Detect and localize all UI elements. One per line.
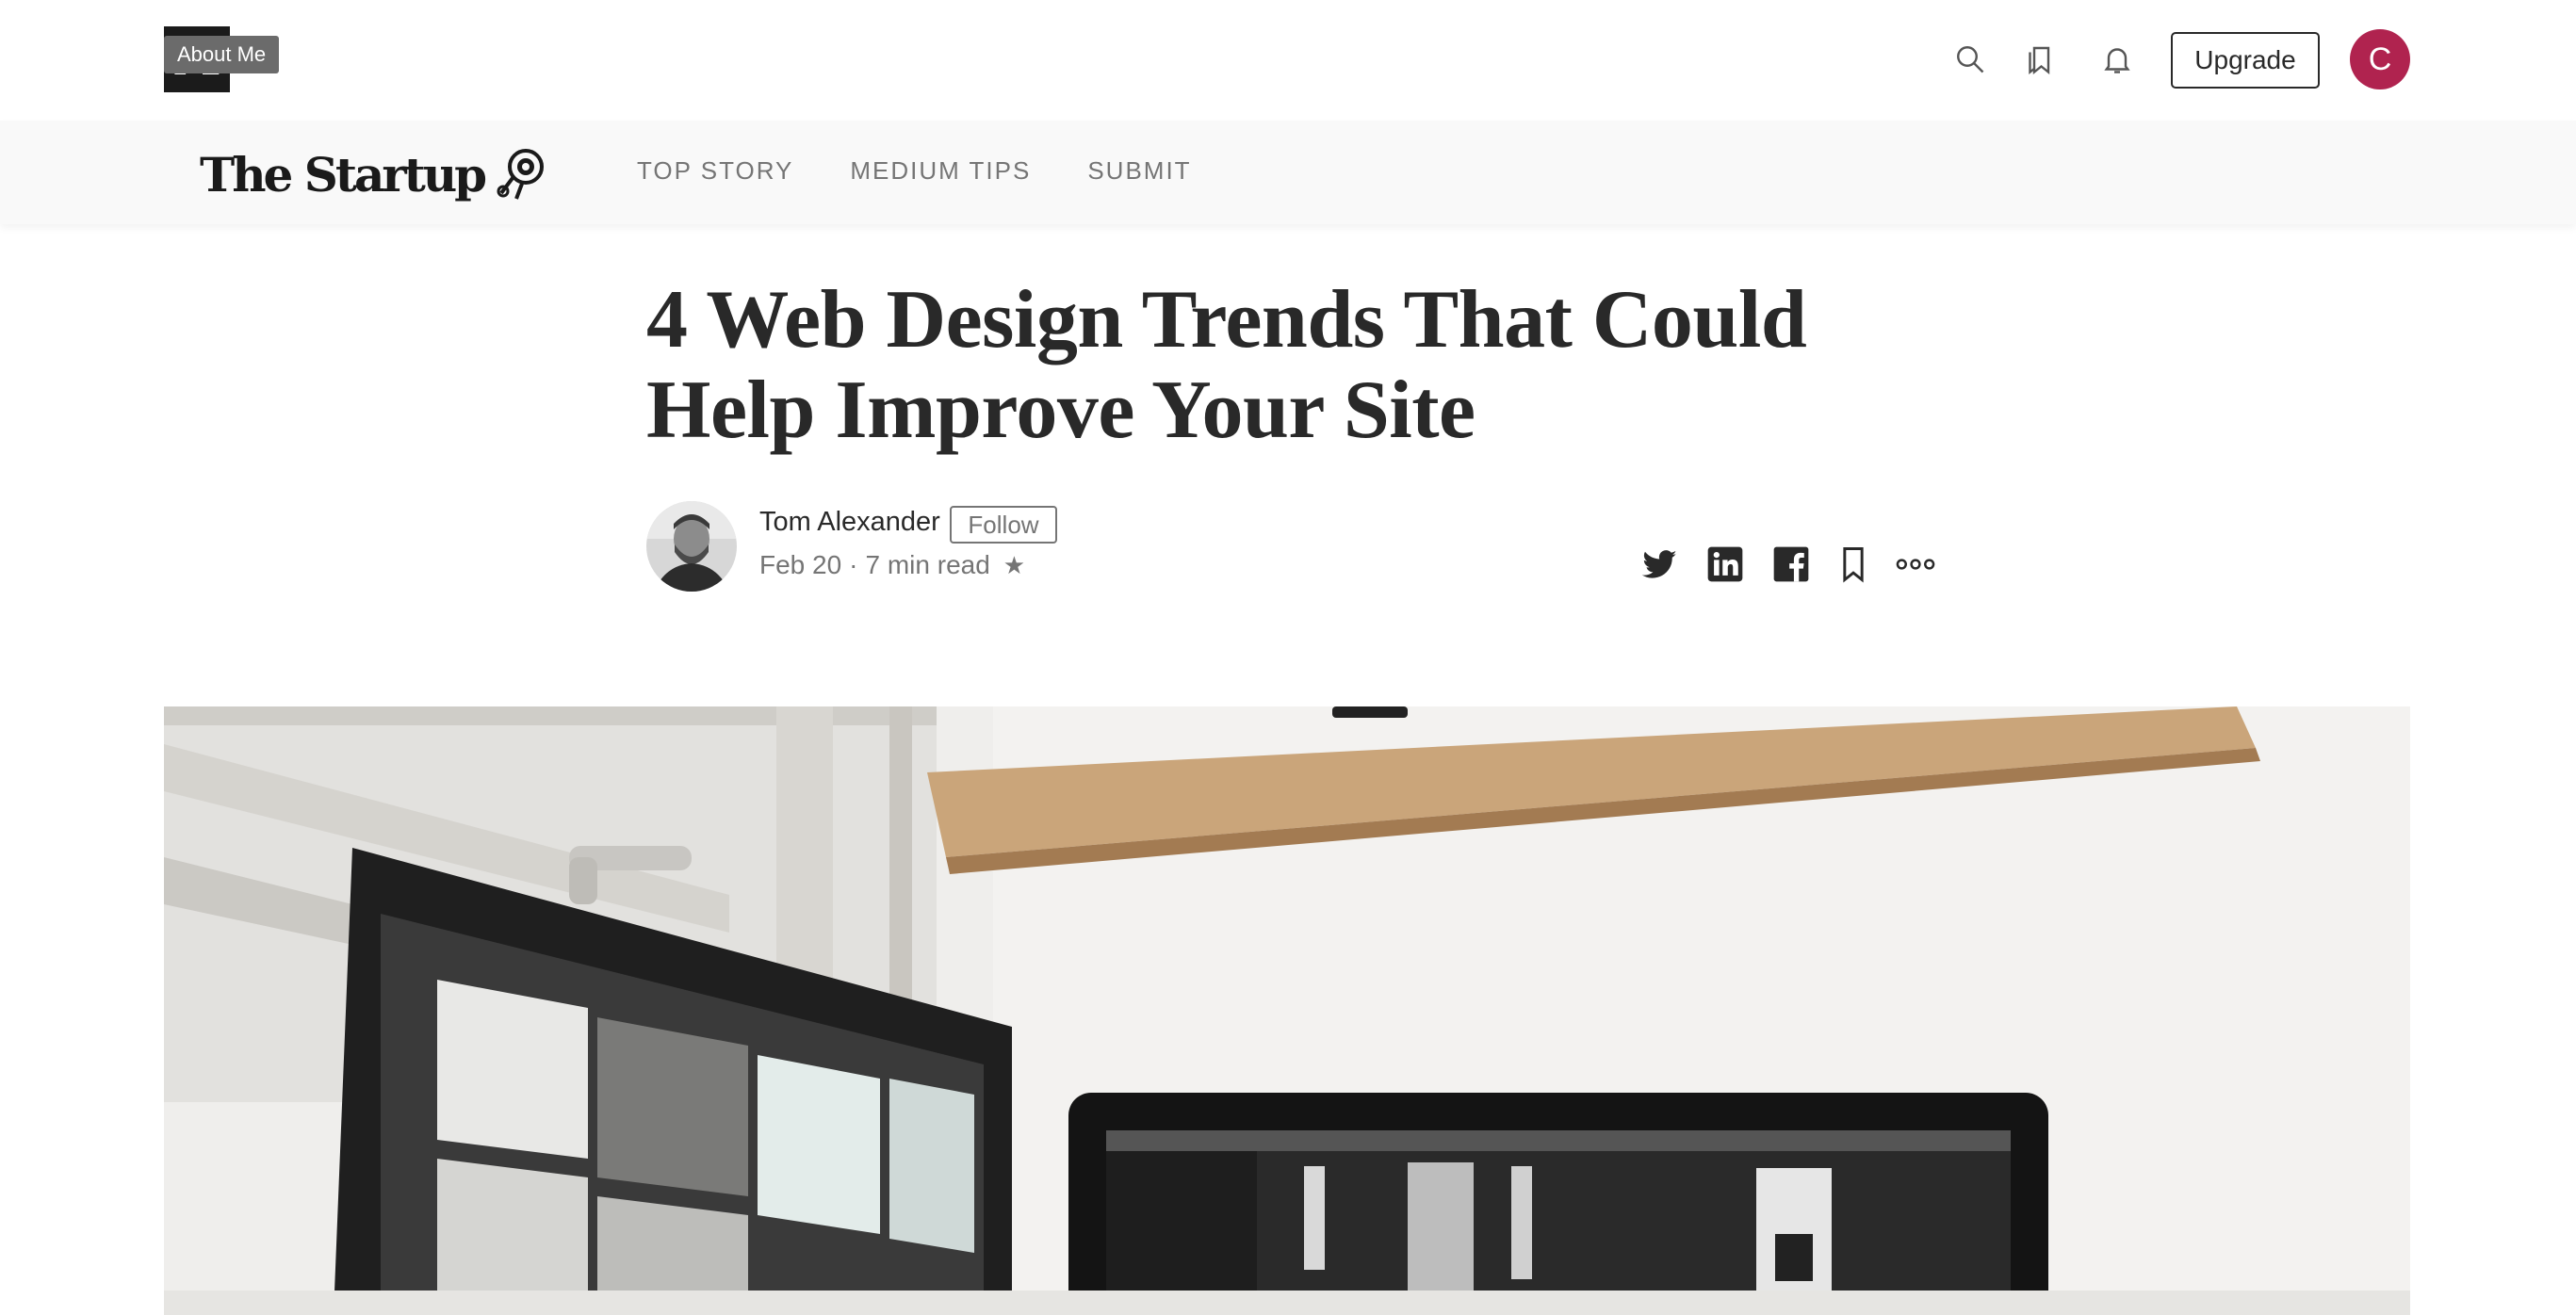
publication-name: The Startup <box>200 146 487 203</box>
bell-icon[interactable] <box>2095 38 2139 81</box>
more-options-icon[interactable] <box>1894 543 1937 586</box>
startup-rocket-icon <box>497 149 545 200</box>
linkedin-icon[interactable] <box>1704 543 1747 586</box>
search-icon[interactable] <box>1948 38 1992 81</box>
publication-nav: TOP STORY MEDIUM TIPS SUBMIT <box>637 156 1192 186</box>
article-title: 4 Web Design Trends That Could Help Impr… <box>646 274 1807 456</box>
read-time: 7 min read <box>865 550 990 579</box>
facebook-icon[interactable] <box>1769 543 1813 586</box>
about-me-tooltip: About Me <box>164 36 280 73</box>
publish-date[interactable]: Feb 20 <box>759 550 841 580</box>
member-star-icon: ★ <box>1003 550 1026 579</box>
bookmarks-icon[interactable] <box>2018 38 2062 81</box>
article-meta: Feb 20 · 7 min read ★ <box>759 550 1025 580</box>
publication-bar: The Startup TOP STORY MEDIUM TIPS SUBMIT <box>0 121 2576 224</box>
nav-top-story[interactable]: TOP STORY <box>637 156 793 186</box>
twitter-icon[interactable] <box>1638 543 1681 586</box>
top-bar: M About Me Upgrade C <box>0 0 2576 121</box>
nav-medium-tips[interactable]: MEDIUM TIPS <box>850 156 1031 186</box>
bookmark-icon[interactable] <box>1832 543 1875 586</box>
meta-separator: · <box>849 550 858 579</box>
upgrade-button[interactable]: Upgrade <box>2171 32 2320 89</box>
hero-image <box>164 706 2410 1315</box>
nav-submit[interactable]: SUBMIT <box>1087 156 1191 186</box>
publication-logo[interactable]: The Startup <box>200 141 550 207</box>
follow-button[interactable]: Follow <box>950 506 1057 544</box>
author-avatar[interactable] <box>646 501 737 592</box>
user-avatar[interactable]: C <box>2350 29 2410 89</box>
author-name[interactable]: Tom Alexander <box>759 507 940 538</box>
